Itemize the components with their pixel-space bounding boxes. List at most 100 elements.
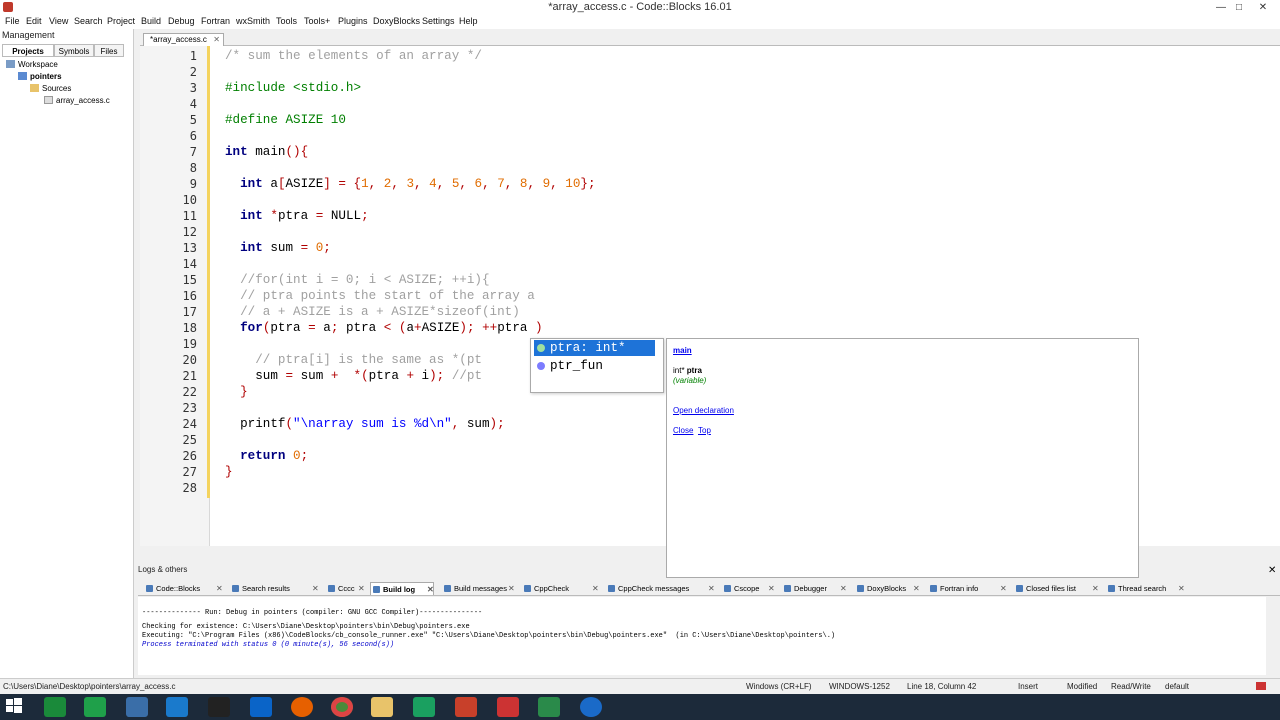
tree-sources-folder[interactable]: Sources bbox=[30, 84, 71, 93]
app-taskbar-icon[interactable] bbox=[413, 697, 435, 717]
status-file-path: C:\Users\Diane\Desktop\pointers\array_ac… bbox=[3, 682, 176, 691]
log-tab-debugger[interactable]: Debugger ✕ bbox=[782, 582, 848, 595]
log-tab-build-log[interactable]: Build log ✕ bbox=[370, 582, 434, 595]
close-tab-icon[interactable]: ✕ bbox=[708, 582, 715, 595]
app-taskbar-icon[interactable] bbox=[126, 697, 148, 717]
close-tab-icon[interactable]: ✕ bbox=[768, 582, 775, 595]
menu-search[interactable]: Search bbox=[74, 16, 103, 26]
top-link[interactable]: Top bbox=[698, 426, 711, 435]
tab-icon bbox=[608, 585, 615, 592]
tree-file[interactable]: array_access.c bbox=[44, 96, 110, 105]
line-number: 22 bbox=[182, 385, 197, 399]
log-tab-label: Fortran info bbox=[940, 584, 979, 593]
code-line: int *ptra = NULL; bbox=[240, 209, 369, 223]
menu-project[interactable]: Project bbox=[107, 16, 135, 26]
app-taskbar-icon[interactable] bbox=[538, 697, 560, 717]
log-tab-code-blocks[interactable]: Code::Blocks ✕ bbox=[144, 582, 224, 595]
close-tab-icon[interactable]: ✕ bbox=[216, 582, 223, 595]
app-taskbar-icon[interactable] bbox=[208, 697, 230, 717]
log-tab-doxyblocks[interactable]: DoxyBlocks ✕ bbox=[855, 582, 921, 595]
log-tab-closed-files-list[interactable]: Closed files list ✕ bbox=[1014, 582, 1100, 595]
log-tab-cppcheck-messages[interactable]: CppCheck messages ✕ bbox=[606, 582, 716, 595]
log-tab-cppcheck[interactable]: CppCheck ✕ bbox=[522, 582, 600, 595]
close-tab-icon[interactable]: ✕ bbox=[508, 582, 515, 595]
status-profile: default bbox=[1165, 682, 1190, 691]
line-number: 24 bbox=[182, 417, 197, 431]
close-tab-icon[interactable]: ✕ bbox=[1092, 582, 1099, 595]
log-tab-label: CppCheck bbox=[534, 584, 570, 593]
code-line: int sum = 0; bbox=[240, 241, 331, 255]
close-tab-icon[interactable]: ✕ bbox=[840, 582, 847, 595]
menu-tools[interactable]: Tools bbox=[276, 16, 297, 26]
maximize-button[interactable]: □ bbox=[1228, 0, 1250, 15]
powerpoint-icon[interactable] bbox=[455, 697, 477, 717]
app-taskbar-icon[interactable] bbox=[580, 697, 602, 717]
workspace-icon bbox=[6, 60, 15, 68]
tree-project[interactable]: pointers bbox=[18, 72, 62, 81]
line-number: 9 bbox=[189, 177, 197, 191]
close-button[interactable]: ✕ bbox=[1252, 0, 1274, 15]
doc-scope-link[interactable]: main bbox=[673, 346, 692, 355]
app-taskbar-icon[interactable] bbox=[497, 697, 519, 717]
code-line: // a + ASIZE is a + ASIZE*sizeof(int) bbox=[240, 305, 520, 319]
log-tab-thread-search[interactable]: Thread search ✕ bbox=[1106, 582, 1186, 595]
menu-wxsmith[interactable]: wxSmith bbox=[236, 16, 270, 26]
menu-settings[interactable]: Settings bbox=[422, 16, 455, 26]
menu-edit[interactable]: Edit bbox=[26, 16, 42, 26]
log-tab-build-messages[interactable]: Build messages ✕ bbox=[442, 582, 516, 595]
close-tab-icon[interactable]: ✕ bbox=[913, 582, 920, 595]
menu-bar: File Edit View Search Project Build Debu… bbox=[0, 15, 1280, 29]
close-tab-icon[interactable]: ✕ bbox=[312, 582, 319, 595]
status-access: Read/Write bbox=[1111, 682, 1151, 691]
log-tab-fortran-info[interactable]: Fortran info ✕ bbox=[928, 582, 1008, 595]
line-number: 3 bbox=[189, 81, 197, 95]
line-number: 4 bbox=[189, 97, 197, 111]
chrome-icon[interactable] bbox=[331, 697, 353, 717]
log-tab-cscope[interactable]: Cscope ✕ bbox=[722, 582, 776, 595]
log-vertical-scrollbar[interactable] bbox=[1266, 597, 1280, 675]
file-explorer-icon[interactable] bbox=[371, 697, 393, 717]
line-number: 5 bbox=[189, 113, 197, 127]
tab-array-access[interactable]: *array_access.c ✕ bbox=[143, 33, 224, 46]
line-number: 12 bbox=[182, 225, 197, 239]
menu-tools-plus[interactable]: Tools+ bbox=[304, 16, 330, 26]
internet-explorer-icon[interactable] bbox=[166, 697, 188, 717]
outlook-icon[interactable] bbox=[250, 697, 272, 717]
tab-files[interactable]: Files bbox=[94, 44, 124, 57]
open-declaration-link[interactable]: Open declaration bbox=[673, 406, 734, 415]
firefox-icon[interactable] bbox=[291, 697, 313, 717]
close-tab-icon[interactable]: ✕ bbox=[1178, 582, 1185, 595]
close-tab-icon[interactable]: ✕ bbox=[592, 582, 599, 595]
menu-view[interactable]: View bbox=[49, 16, 68, 26]
tab-projects[interactable]: Projects bbox=[2, 44, 54, 57]
autocomplete-item-ptr-fun[interactable]: ptr_fun bbox=[534, 358, 603, 374]
close-icon[interactable]: ✕ bbox=[1268, 565, 1276, 576]
line-number: 28 bbox=[182, 481, 197, 495]
line-number: 17 bbox=[182, 305, 197, 319]
app-taskbar-icon[interactable] bbox=[84, 697, 106, 717]
log-tab-label: Build messages bbox=[454, 584, 507, 593]
log-tab-label: CppCheck messages bbox=[618, 584, 690, 593]
close-tab-icon[interactable]: ✕ bbox=[1000, 582, 1007, 595]
doc-signature: int* ptra bbox=[673, 366, 702, 375]
close-tab-icon[interactable]: ✕ bbox=[358, 582, 365, 595]
log-tab-cccc[interactable]: Cccc ✕ bbox=[326, 582, 366, 595]
tab-symbols[interactable]: Symbols bbox=[54, 44, 94, 57]
close-link[interactable]: Close bbox=[673, 426, 693, 435]
menu-debug[interactable]: Debug bbox=[168, 16, 195, 26]
menu-doxyblocks[interactable]: DoxyBlocks bbox=[373, 16, 420, 26]
menu-file[interactable]: File bbox=[5, 16, 20, 26]
log-tab-label: Cscope bbox=[734, 584, 760, 593]
start-icon[interactable] bbox=[5, 697, 27, 717]
menu-help[interactable]: Help bbox=[459, 16, 478, 26]
menu-plugins[interactable]: Plugins bbox=[338, 16, 368, 26]
function-icon bbox=[537, 362, 545, 370]
tree-workspace[interactable]: Workspace bbox=[6, 60, 58, 69]
log-tab-search-results[interactable]: Search results ✕ bbox=[230, 582, 320, 595]
menu-fortran[interactable]: Fortran bbox=[201, 16, 230, 26]
close-tab-icon[interactable]: ✕ bbox=[213, 34, 220, 46]
close-tab-icon[interactable]: ✕ bbox=[427, 583, 434, 596]
codeblocks-taskbar-icon[interactable] bbox=[44, 697, 66, 717]
autocomplete-item-ptra[interactable]: ptra: int* bbox=[534, 340, 655, 356]
menu-build[interactable]: Build bbox=[141, 16, 161, 26]
